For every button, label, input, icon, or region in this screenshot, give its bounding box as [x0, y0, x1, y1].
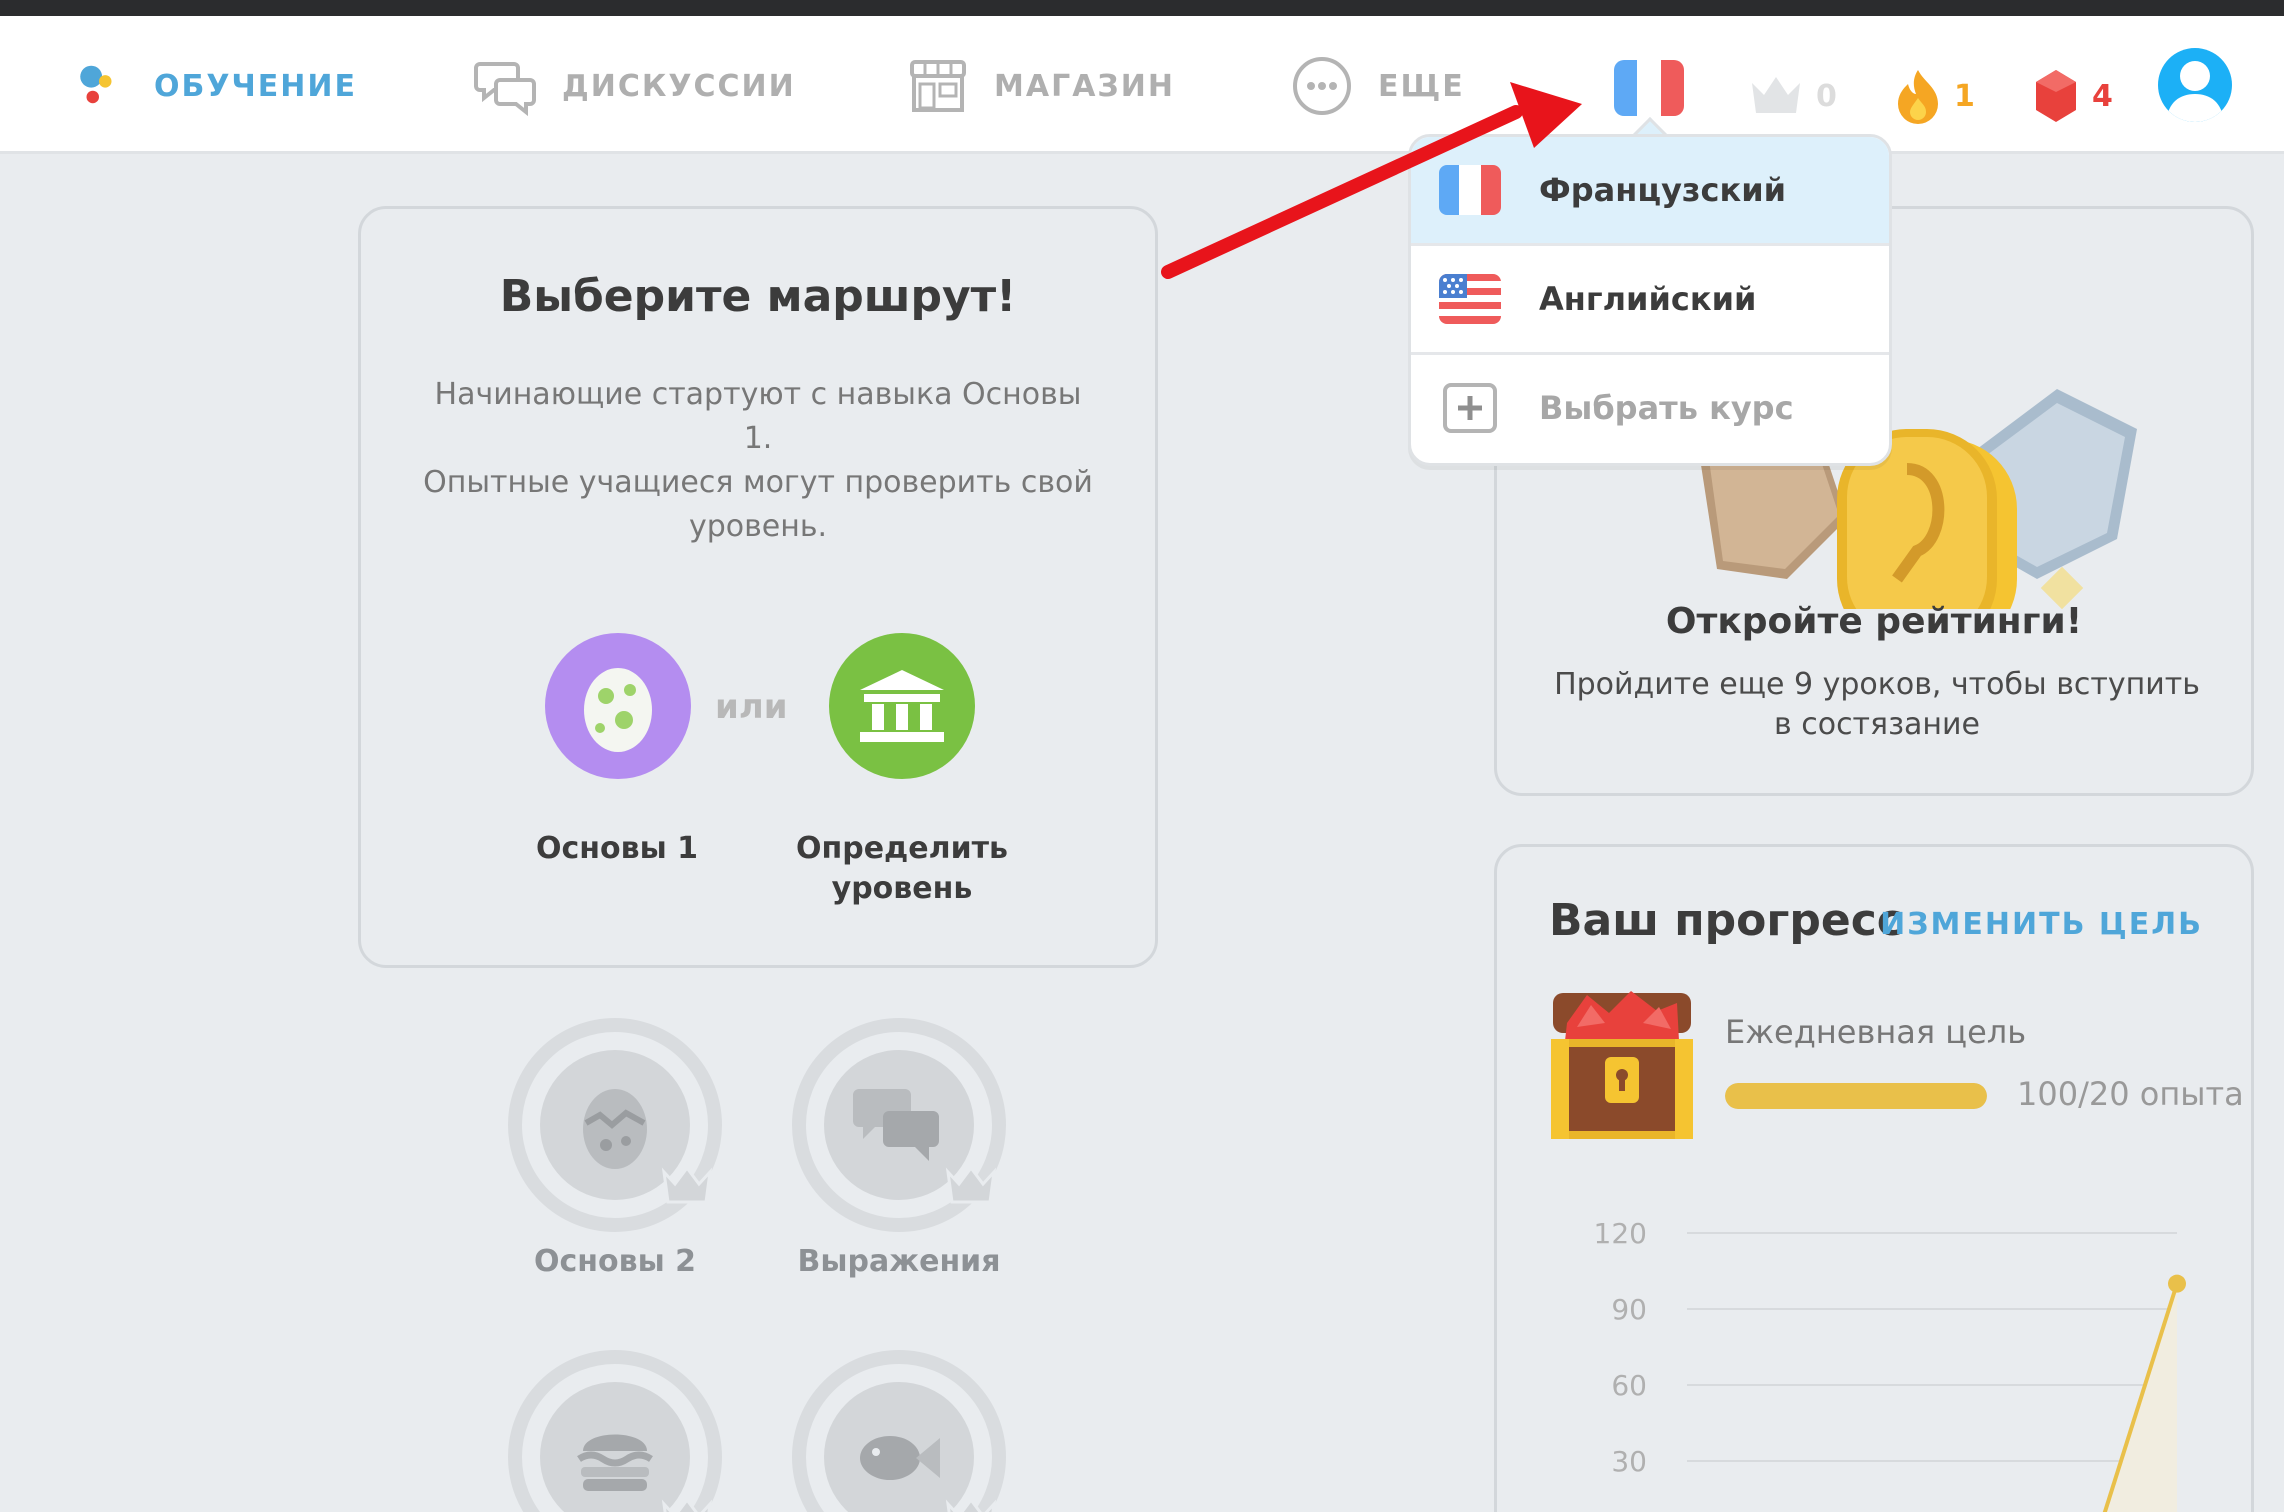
avatar-user-icon: [2166, 61, 2224, 122]
crown-icon: [945, 1165, 997, 1204]
leaderboards-title: Откройте рейтинги!: [1665, 601, 2083, 642]
choose-route-card: Выберите маршрут! Начинающие стартуют с …: [358, 206, 1158, 968]
top-nav-bar: ОБУЧЕНИЕ ДИСКУССИИ МАГАЗИН ЕЩЕ 0 1 4: [0, 16, 2284, 154]
route-desc-line: уровень.: [688, 509, 828, 544]
progress-title: Ваш прогресс: [1549, 895, 1903, 946]
crown-icon: [1752, 77, 1800, 113]
locked-skill-phrases[interactable]: [792, 1018, 1006, 1232]
egg-icon: [583, 1089, 647, 1169]
leaderboards-description: Пройдите еще 9 уроков, чтобы вступить в …: [1537, 665, 2217, 745]
crowns-value: 0: [1816, 78, 1837, 114]
plus-icon: [1443, 383, 1497, 433]
avatar[interactable]: [2158, 48, 2232, 122]
crown-icon: [661, 1497, 713, 1512]
gems-value: 4: [2092, 78, 2113, 114]
crown-icon: [945, 1497, 997, 1512]
course-switcher-dropdown: Французский Английский Выбрать курс: [1408, 134, 1892, 466]
nav-shop[interactable]: МАГАЗИН: [906, 56, 1175, 116]
placement-test-label: Определить уровень: [779, 829, 1025, 909]
nav-shop-label: МАГАЗИН: [994, 68, 1175, 104]
daily-goal-value: 100/20 опыта: [2017, 1075, 2244, 1113]
gem-icon: [2036, 70, 2076, 122]
route-description: Начинающие стартуют с навыка Основы 1. О…: [401, 373, 1115, 549]
gems-counter[interactable]: 4: [2032, 66, 2113, 126]
route-title: Выберите маршрут!: [499, 271, 1017, 322]
daily-goal-label: Ежедневная цель: [1725, 1013, 2027, 1051]
streak-value: 1: [1954, 78, 1975, 114]
locked-skill-animals[interactable]: [792, 1350, 1006, 1512]
chart-y-tick-label: 120: [1594, 1217, 1647, 1250]
or-separator: или: [715, 687, 788, 727]
us-flag-icon: [1439, 274, 1501, 324]
temple-icon: [860, 670, 944, 742]
placement-label-line: Определить: [796, 831, 1008, 866]
locked-skill-basics-2[interactable]: [508, 1018, 722, 1232]
locked-skill-label: Основы 2: [533, 1244, 697, 1279]
daily-goal-progress-fill: [1725, 1083, 1987, 1109]
chart-y-tick-label: 90: [1611, 1293, 1647, 1326]
nav-learn[interactable]: ОБУЧЕНИЕ: [74, 56, 357, 116]
shop-icon: [910, 60, 966, 112]
league-desc-line: Пройдите еще 9 уроков, чтобы вступить: [1554, 667, 2200, 702]
xp-line-chart: 120 90 60 30: [1594, 1217, 2186, 1512]
add-course-option[interactable]: Выбрать курс: [1411, 355, 1889, 461]
chart-y-tick-label: 30: [1611, 1445, 1647, 1478]
basics-1-skill-button[interactable]: [545, 633, 691, 779]
streak-counter[interactable]: 1: [1894, 66, 1975, 126]
placement-label-line: уровень: [831, 871, 973, 906]
chart-y-tick-label: 60: [1611, 1369, 1647, 1402]
language-switcher-button[interactable]: [1614, 60, 1684, 116]
progress-card: Ваш прогресс ИЗМЕНИТЬ ЦЕЛЬ Ежедневная це…: [1494, 844, 2254, 1512]
route-desc-line: Начинающие стартуют с навыка Основы: [434, 377, 1082, 412]
fr-flag-icon: [1439, 165, 1501, 215]
fr-flag-icon: [1614, 60, 1684, 116]
app-logo-icon: [80, 65, 112, 104]
locked-skill-label: Выражения: [797, 1244, 1001, 1279]
chat-bubbles-icon: [853, 1089, 939, 1161]
crown-icon: [661, 1165, 713, 1204]
burger-icon: [577, 1434, 653, 1491]
course-option-label: Французский: [1539, 171, 1787, 209]
locked-skill-food[interactable]: [508, 1350, 722, 1512]
crowns-counter[interactable]: 0: [1748, 66, 1837, 126]
basics-1-label: Основы 1: [535, 831, 699, 866]
change-goal-link[interactable]: ИЗМЕНИТЬ ЦЕЛЬ: [1880, 907, 2203, 942]
placement-test-button[interactable]: [829, 633, 975, 779]
more-dots-icon: [1293, 57, 1351, 115]
treasure-chest-icon: [1551, 991, 1693, 1139]
course-option-label: Английский: [1539, 280, 1757, 318]
nav-discussions[interactable]: ДИСКУССИИ: [474, 56, 796, 117]
course-option-english[interactable]: Английский: [1411, 246, 1889, 352]
chart-point: [2168, 1274, 2186, 1293]
add-course-label: Выбрать курс: [1539, 389, 1794, 427]
daily-goal-progress-bar: [1725, 1083, 1987, 1109]
chat-bubbles-icon: [474, 62, 536, 117]
flame-icon: [1898, 70, 1938, 124]
nav-more-label: ЕЩЕ: [1378, 68, 1465, 104]
window-top-strip: [0, 0, 2284, 16]
nav-learn-label: ОБУЧЕНИЕ: [154, 68, 357, 104]
nav-discussions-label: ДИСКУССИИ: [562, 68, 796, 104]
route-desc-line: Опытные учащиеся могут проверить свой: [423, 465, 1093, 500]
fish-icon: [860, 1436, 940, 1480]
league-desc-line: в состязание: [1774, 707, 1980, 742]
route-desc-line: 1.: [743, 421, 773, 456]
course-option-french[interactable]: Французский: [1411, 137, 1889, 243]
egg-icon: [584, 668, 652, 752]
nav-more[interactable]: ЕЩЕ: [1290, 56, 1465, 116]
